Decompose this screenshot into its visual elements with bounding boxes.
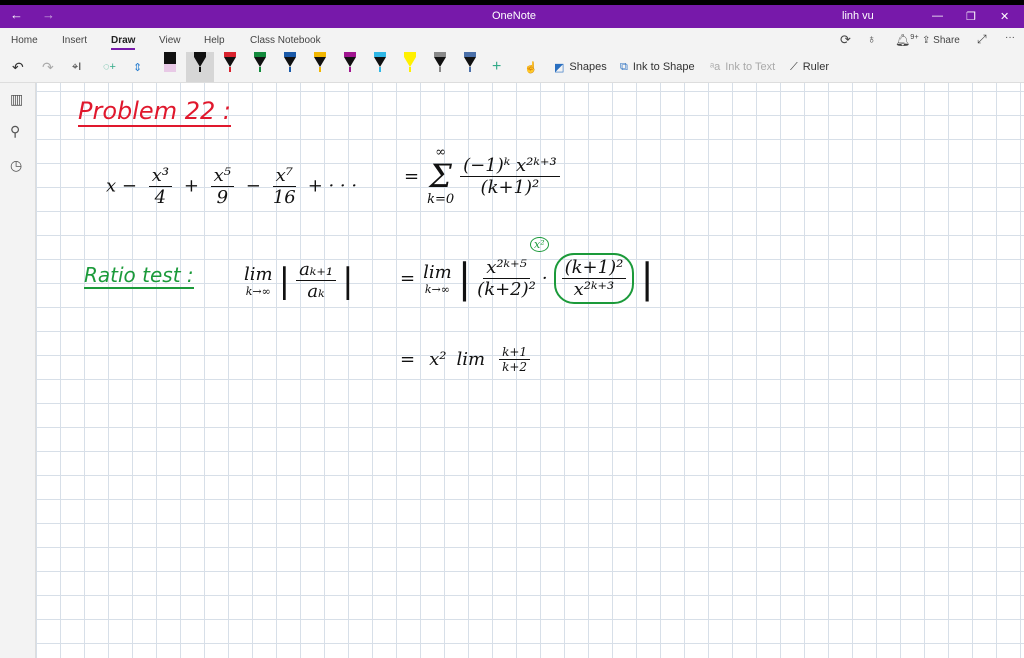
pen-pen-2[interactable] — [224, 52, 236, 78]
ink-replay-icon[interactable]: ☝ — [524, 59, 538, 75]
pen-pen-3[interactable] — [254, 52, 266, 78]
series-rhs: = ∞ Σk=0 (−1)ᵏ x²ᵏ⁺³ (k+1)² — [404, 145, 566, 207]
pen-eraser-0[interactable] — [164, 52, 176, 78]
ratio-lhs: lim k→∞ | aₖ₊₁ aₖ | — [244, 259, 354, 302]
add-space-icon[interactable]: ⇕ — [133, 59, 142, 75]
add-pen-button[interactable]: + — [492, 58, 501, 75]
ribbon: Home Insert Draw View Help Class Noteboo… — [0, 28, 1024, 83]
share-button[interactable]: ⇪ Share — [922, 35, 960, 46]
shapes-icon: ◩ — [554, 61, 565, 74]
pen-pen-7[interactable] — [374, 52, 386, 78]
tab-help[interactable]: Help — [204, 35, 225, 46]
more-icon[interactable]: ··· — [1005, 32, 1015, 43]
ink-to-shape-button[interactable]: ⧉ Ink to Shape — [620, 59, 695, 75]
series-lhs: x − x³ 4 + x⁵ 9 − x⁷ 16 + · · · — [106, 165, 358, 208]
problem-heading: Problem 22 : — [78, 97, 231, 127]
pen-highlighter-8[interactable] — [404, 52, 416, 78]
ruler-icon: ⟋ — [790, 60, 798, 73]
result-line: = x² lim k+1 k+2 — [400, 345, 536, 374]
left-nav: ▥ ⚲ ◷ — [0, 83, 36, 658]
bell-icon[interactable]: 🔔︎9+ — [895, 32, 919, 47]
ratio-rhs: = lim k→∞ | x²ᵏ⁺⁵ (k+2)² · (k+1)² x²ᵏ⁺³ | — [400, 253, 654, 304]
ink-to-text-button[interactable]: ᵃa Ink to Text — [710, 59, 775, 75]
tab-home[interactable]: Home — [11, 35, 38, 46]
redo-button[interactable]: ↷ — [42, 59, 54, 75]
recent-icon[interactable]: ◷ — [10, 157, 22, 174]
notebooks-icon[interactable]: ▥ — [10, 91, 23, 108]
lasso-select-icon[interactable]: ◌+ — [103, 59, 116, 75]
pen-pen-6[interactable] — [344, 52, 356, 78]
pen-pen-9[interactable] — [434, 52, 446, 78]
lasso-type-select-icon[interactable]: ⌖I — [72, 59, 81, 75]
tab-draw[interactable]: Draw — [111, 35, 136, 50]
ink-to-text-icon: ᵃa — [710, 61, 721, 73]
ink-to-shape-icon: ⧉ — [620, 60, 628, 73]
forward-button[interactable]: → — [42, 7, 55, 22]
pen-pen-5[interactable] — [314, 52, 326, 78]
cancel-note: x² — [530, 237, 549, 252]
back-button[interactable]: ← — [10, 7, 23, 22]
pen-pen-1[interactable] — [186, 52, 214, 82]
lightbulb-icon[interactable]: ♁ — [867, 32, 876, 46]
tab-view[interactable]: View — [159, 35, 181, 46]
ink-to-text-label: Ink to Text — [725, 61, 776, 73]
search-icon[interactable]: ⚲ — [10, 123, 20, 140]
title-bar: ← → OneNote linh vu — ❐ ✕ — [0, 5, 1024, 28]
undo-button[interactable]: ↶ — [12, 59, 24, 75]
pen-pen-4[interactable] — [284, 52, 296, 78]
note-canvas[interactable]: Problem 22 : x − x³ 4 + x⁵ 9 − x⁷ 16 + · · … — [36, 83, 1024, 658]
shapes-button[interactable]: ◩ Shapes — [554, 59, 607, 75]
share-label: Share — [933, 35, 960, 46]
ruler-label: Ruler — [802, 61, 829, 73]
fullscreen-icon[interactable]: ⤢ — [977, 32, 987, 47]
tab-class-notebook[interactable]: Class Notebook — [250, 35, 321, 46]
sync-icon[interactable]: ⟳ — [840, 32, 851, 48]
pen-pen-10[interactable] — [464, 52, 476, 78]
ruler-button[interactable]: ⟋ Ruler — [790, 59, 829, 75]
minimize-button[interactable]: — — [932, 10, 943, 22]
ratio-test-label: Ratio test : — [84, 263, 194, 289]
app-title: OneNote — [492, 10, 537, 22]
restore-button[interactable]: ❐ — [966, 10, 976, 23]
close-button[interactable]: ✕ — [1000, 10, 1009, 23]
shapes-label: Shapes — [569, 61, 607, 73]
user-name[interactable]: linh vu — [842, 10, 874, 22]
ink-to-shape-label: Ink to Shape — [632, 61, 695, 73]
tab-insert[interactable]: Insert — [62, 35, 87, 46]
